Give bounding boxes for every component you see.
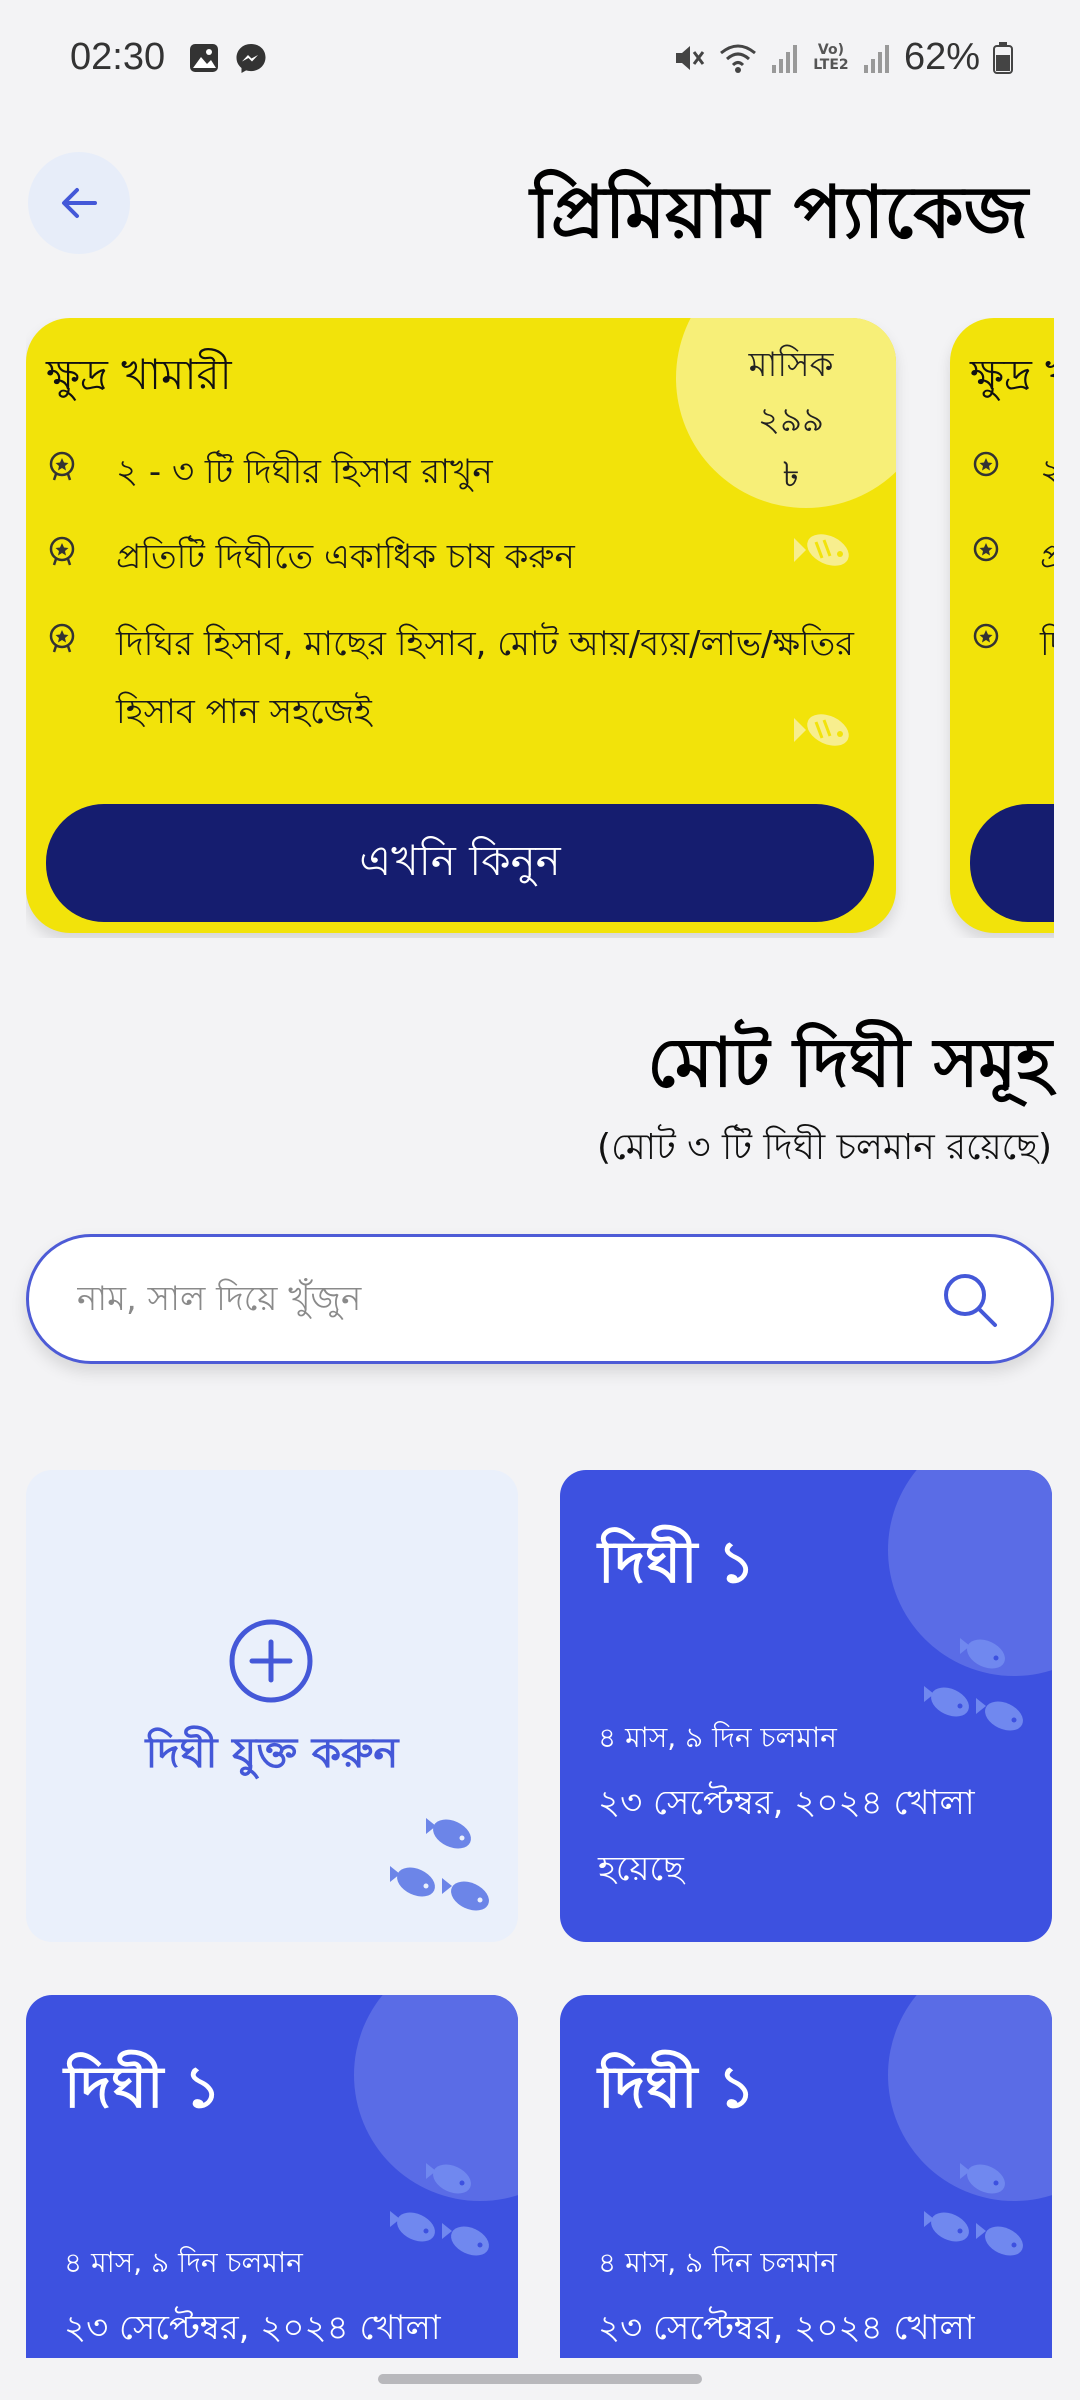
price-period: মাসিক bbox=[748, 345, 834, 385]
pond-running-duration: ৪ মাস, ৯ দিন চলমান bbox=[64, 2246, 303, 2279]
plan-feature-text: ২ - ৩ bbox=[1040, 452, 1054, 492]
pond-name: দিঘী ১ bbox=[598, 2053, 756, 2121]
buy-now-button[interactable] bbox=[970, 804, 1054, 922]
star-badge-icon bbox=[973, 451, 999, 477]
pond-name: দিঘী ১ bbox=[64, 2053, 222, 2121]
pond-name: দিঘী ১ bbox=[598, 1528, 756, 1596]
plan-feature: দিঘি হিসা bbox=[970, 610, 1054, 678]
notification-icons bbox=[188, 42, 268, 76]
search-input[interactable] bbox=[77, 1237, 917, 1361]
pond-opened-date: ২৩ সেপ্টেম্বর, ২০২৪ খোলা bbox=[598, 2308, 975, 2348]
battery-icon bbox=[993, 41, 1013, 74]
signal-icon bbox=[771, 44, 797, 73]
arrow-left-icon bbox=[62, 188, 97, 218]
fish-group-icon bbox=[924, 1638, 1023, 1731]
star-badge-icon bbox=[973, 536, 999, 562]
fish-bone-icon bbox=[794, 534, 849, 566]
home-indicator[interactable] bbox=[378, 2374, 702, 2384]
star-badge-icon bbox=[49, 623, 75, 653]
fish-bone-icon bbox=[794, 714, 849, 746]
messenger-icon bbox=[236, 44, 266, 73]
signal-icon-2 bbox=[863, 44, 889, 73]
plan-feature-text: প্রতিটি দিঘীতে একাধিক চাষ করুন bbox=[116, 537, 575, 577]
star-badge-icon bbox=[49, 451, 75, 481]
gallery-icon bbox=[190, 44, 218, 72]
plan-feature-text: ২ - ৩ টি দিঘীর হিসাব রাখুন bbox=[116, 452, 493, 492]
add-pond-card[interactable]: দিঘী যুক্ত করুন bbox=[26, 1470, 518, 1942]
plan-name: ক্ষুদ্র খামারী bbox=[970, 350, 1054, 399]
fish-group-icon bbox=[390, 1818, 489, 1911]
pond-running-duration: ৪ মাস, ৯ দিন চলমান bbox=[598, 2246, 837, 2279]
status-time: 02:30 bbox=[70, 36, 166, 78]
back-button[interactable] bbox=[28, 152, 130, 254]
pond-opened-date: ২৩ সেপ্টেম্বর, ২০২৪ খোলা হয়েছে bbox=[598, 1783, 975, 1889]
add-pond-label: দিঘী যুক্ত করুন bbox=[145, 1728, 399, 1777]
plan-name: ক্ষুদ্র খামারী bbox=[46, 350, 232, 399]
star-badge-icon bbox=[49, 536, 75, 566]
pond-opened-date: ২৩ সেপ্টেম্বর, ২০২৪ খোলা bbox=[64, 2308, 441, 2348]
plan-carousel[interactable]: ক্ষুদ্র খামারী মাসিক ২৯৯ ৳ ২ - ৩ টি দিঘী… bbox=[26, 318, 1054, 938]
ponds-count-subtitle: (মোট ৩ টি দিঘী চলমান রয়েছে) bbox=[597, 1127, 1052, 1168]
wifi-icon bbox=[719, 44, 756, 73]
plan-feature: প্রতি bbox=[970, 523, 1054, 591]
mute-icon bbox=[675, 45, 705, 70]
pond-card[interactable]: দিঘী ১ ৪ মাস, ৯ দিন চলমান ২৩ সেপ্টেম্বর,… bbox=[26, 1995, 518, 2400]
search-bar[interactable] bbox=[26, 1234, 1054, 1364]
pond-card[interactable]: দিঘী ১ ৪ মাস, ৯ দিন চলমান ২৩ সেপ্টেম্বর,… bbox=[560, 1995, 1052, 2400]
fish-group-icon bbox=[390, 2163, 489, 2256]
plan-card[interactable]: ক্ষুদ্র খামারী মাসিক ২৯৯ ৳ ২ - ৩ টি দিঘী… bbox=[26, 318, 896, 933]
plan-feature-text: প্রতি bbox=[1040, 537, 1054, 577]
plan-feature: ২ - ৩ টি দিঘীর হিসাব রাখুন bbox=[46, 438, 896, 506]
fish-group-icon bbox=[924, 2163, 1023, 2256]
star-badge-icon bbox=[973, 623, 999, 649]
plan-feature: প্রতিটি দিঘীতে একাধিক চাষ করুন bbox=[46, 523, 896, 591]
system-status: Vo) LTE2 62% bbox=[672, 36, 1014, 79]
plan-feature: দিঘির হিসাব, মাছের হিসাব, মোট আয়/ব্যয়/… bbox=[46, 610, 896, 746]
pond-card[interactable]: দিঘী ১ ৪ মাস, ৯ দিন চলমান ২৩ সেপ্টেম্বর,… bbox=[560, 1470, 1052, 1942]
plan-feature-text: দিঘি হিসা bbox=[1040, 624, 1054, 664]
pond-running-duration: ৪ মাস, ৯ দিন চলমান bbox=[598, 1721, 837, 1754]
buy-now-button[interactable]: এখনি কিনুন bbox=[46, 804, 874, 922]
network-type-label: Vo) LTE2 bbox=[813, 41, 849, 73]
plan-card[interactable]: ক্ষুদ্র খামারী ২ - ৩ প্রতি দিঘি হিসা bbox=[950, 318, 1054, 933]
search-icon[interactable] bbox=[941, 1271, 999, 1329]
ponds-section-title: মোট দিঘী সমূহ bbox=[647, 1024, 1052, 1103]
plan-feature: ২ - ৩ bbox=[970, 438, 1054, 506]
plus-circle-icon bbox=[229, 1619, 313, 1703]
status-bar: 02:30 Vo) LTE2 62% bbox=[0, 0, 1080, 120]
battery-percent: 62% bbox=[903, 36, 980, 78]
plan-feature-text: দিঘির হিসাব, মাছের হিসাব, মোট আয়/ব্যয়/… bbox=[116, 624, 854, 732]
page-title: প্রিমিয়াম প্যাকেজ bbox=[530, 170, 1028, 254]
